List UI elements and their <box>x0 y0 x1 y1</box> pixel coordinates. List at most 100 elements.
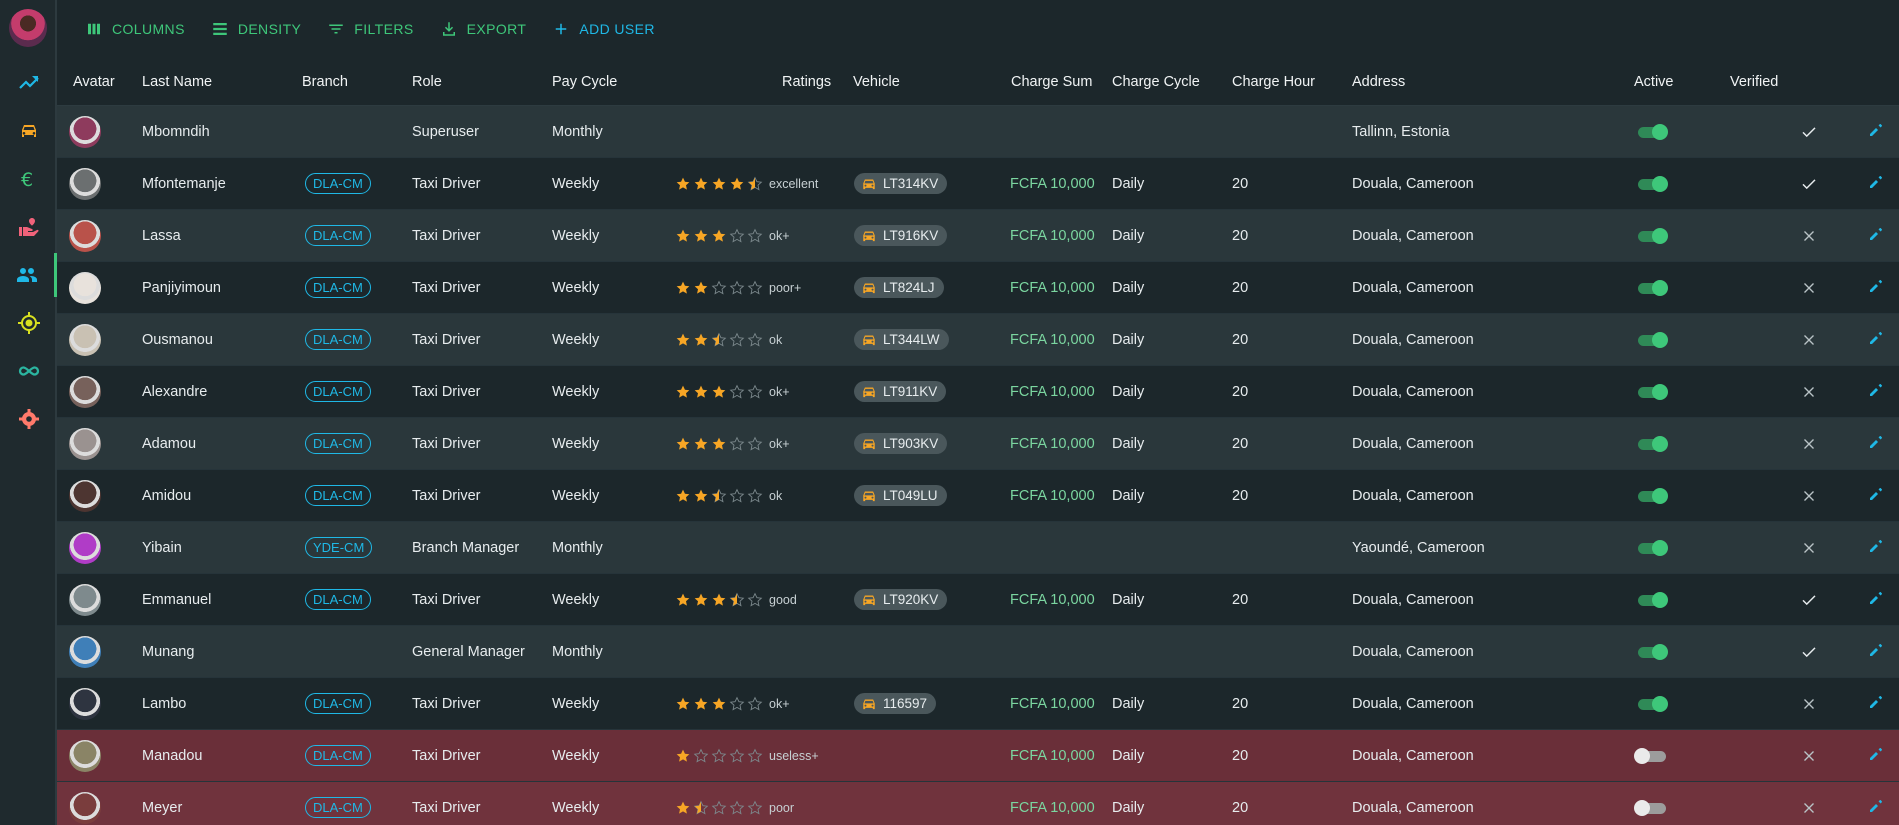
table-row[interactable]: Panjiyimoun DLA-CM Taxi Driver Weekly poor+ L… <box>57 262 1899 314</box>
edit-button[interactable] <box>1867 225 1885 247</box>
active-toggle[interactable] <box>1634 383 1670 400</box>
edit-button[interactable] <box>1867 537 1885 559</box>
table-row[interactable]: Alexandre DLA-CM Taxi Driver Weekly ok+ LT911… <box>57 366 1899 418</box>
sidebar-item-analytics[interactable] <box>0 61 57 105</box>
edit-button[interactable] <box>1867 641 1885 663</box>
avatar[interactable] <box>69 115 101 148</box>
table-row[interactable]: Lassa DLA-CM Taxi Driver Weekly ok+ LT916KV FC… <box>57 210 1899 262</box>
sidebar-item-settings[interactable] <box>0 397 57 441</box>
vehicle-chip[interactable]: LT344LW <box>854 329 949 350</box>
star-icon <box>711 332 727 346</box>
active-toggle[interactable] <box>1634 227 1670 244</box>
col-header-avatar[interactable]: Avatar <box>73 58 115 105</box>
table-row[interactable]: Amidou DLA-CM Taxi Driver Weekly ok LT049LU FC… <box>57 470 1899 522</box>
table-row[interactable]: Mfontemanje DLA-CM Taxi Driver Weekly excell… <box>57 158 1899 210</box>
edit-button[interactable] <box>1867 381 1885 403</box>
col-header-role[interactable]: Role <box>412 58 442 105</box>
edit-button[interactable] <box>1867 693 1885 715</box>
vehicle-chip[interactable]: 116597 <box>854 693 937 714</box>
active-toggle[interactable] <box>1634 695 1670 712</box>
last-name-cell: Panjiyimoun <box>142 279 221 296</box>
edit-button[interactable] <box>1867 745 1885 767</box>
table-row[interactable]: Meyer DLA-CM Taxi Driver Weekly poor FCFA 10,… <box>57 782 1899 825</box>
col-header-active[interactable]: Active <box>1634 58 1674 105</box>
sidebar-item-volunteer[interactable] <box>0 205 57 249</box>
add-user-button[interactable]: ADD USER <box>552 20 655 38</box>
active-toggle[interactable] <box>1634 175 1670 192</box>
avatar[interactable] <box>69 427 101 460</box>
col-header-branch[interactable]: Branch <box>302 58 348 105</box>
col-header-pay-cycle[interactable]: Pay Cycle <box>552 58 617 105</box>
filters-button[interactable]: FILTERS <box>327 20 413 38</box>
vehicle-chip[interactable]: LT314KV <box>854 173 948 194</box>
edit-button[interactable] <box>1867 589 1885 611</box>
avatar[interactable] <box>69 583 101 616</box>
col-header-charge-cycle[interactable]: Charge Cycle <box>1112 58 1200 105</box>
vehicle-chip[interactable]: LT916KV <box>854 225 948 246</box>
edit-button[interactable] <box>1867 797 1885 819</box>
col-header-last-name[interactable]: Last Name <box>142 58 212 105</box>
sidebar-item-euro[interactable]: € <box>0 157 57 201</box>
active-toggle[interactable] <box>1634 799 1670 816</box>
avatar[interactable] <box>69 375 101 408</box>
active-toggle[interactable] <box>1634 123 1670 140</box>
sidebar-item-location[interactable] <box>0 301 57 345</box>
edit-button[interactable] <box>1867 485 1885 507</box>
vehicle-chip[interactable]: LT049LU <box>854 485 947 506</box>
avatar-cell <box>69 366 101 417</box>
export-button[interactable]: EXPORT <box>440 20 527 38</box>
avatar[interactable] <box>69 479 101 512</box>
sidebar-item-infinity[interactable] <box>0 349 57 393</box>
vehicle-chip[interactable]: LT920KV <box>854 589 948 610</box>
columns-button[interactable]: COLUMNS <box>85 20 185 38</box>
avatar[interactable] <box>69 219 101 252</box>
table-row[interactable]: Lambo DLA-CM Taxi Driver Weekly ok+ 116597 FCF… <box>57 678 1899 730</box>
col-header-address[interactable]: Address <box>1352 58 1405 105</box>
toggle-thumb <box>1652 435 1668 452</box>
active-toggle[interactable] <box>1634 331 1670 348</box>
col-header-verified[interactable]: Verified <box>1730 58 1778 105</box>
col-header-ratings[interactable]: Ratings <box>782 58 831 105</box>
col-header-charge-sum[interactable]: Charge Sum <box>1011 58 1092 105</box>
table-row[interactable]: Emmanuel DLA-CM Taxi Driver Weekly good LT920… <box>57 574 1899 626</box>
sidebar-item-people[interactable] <box>0 253 57 297</box>
edit-icon <box>1870 227 1882 240</box>
table-row[interactable]: Ousmanou DLA-CM Taxi Driver Weekly ok LT344LW… <box>57 314 1899 366</box>
edit-button[interactable] <box>1867 173 1885 195</box>
avatar[interactable] <box>69 791 101 824</box>
edit-button[interactable] <box>1867 433 1885 455</box>
active-toggle[interactable] <box>1634 539 1670 556</box>
edit-cell <box>1867 314 1885 365</box>
vehicle-chip[interactable]: LT911KV <box>854 381 947 402</box>
vehicle-chip[interactable]: LT903KV <box>854 433 948 454</box>
col-header-vehicle[interactable]: Vehicle <box>853 58 900 105</box>
edit-button[interactable] <box>1867 121 1885 143</box>
active-toggle[interactable] <box>1634 591 1670 608</box>
user-avatar[interactable] <box>9 9 47 47</box>
active-toggle[interactable] <box>1634 643 1670 660</box>
edit-button[interactable] <box>1867 329 1885 351</box>
active-toggle[interactable] <box>1634 747 1670 764</box>
col-header-charge-hour[interactable]: Charge Hour <box>1232 58 1315 105</box>
avatar[interactable] <box>69 531 101 564</box>
sidebar-item-car[interactable] <box>0 109 57 153</box>
table-row[interactable]: Mbomndih Superuser Monthly Tallinn, Estonia <box>57 106 1899 158</box>
avatar[interactable] <box>69 271 101 304</box>
table-row[interactable]: Manadou DLA-CM Taxi Driver Weekly useless+ FC… <box>57 730 1899 782</box>
density-button[interactable]: DENSITY <box>211 20 301 38</box>
vehicle-chip[interactable]: LT824LJ <box>854 277 944 298</box>
active-toggle[interactable] <box>1634 279 1670 296</box>
branch-cell: DLA-CM <box>305 678 371 729</box>
table-row[interactable]: Adamou DLA-CM Taxi Driver Weekly ok+ LT903KV F… <box>57 418 1899 470</box>
active-toggle[interactable] <box>1634 487 1670 504</box>
avatar[interactable] <box>69 167 101 200</box>
avatar[interactable] <box>69 323 101 356</box>
edit-button[interactable] <box>1867 277 1885 299</box>
avatar[interactable] <box>69 635 101 668</box>
avatar-cell <box>69 470 101 521</box>
table-row[interactable]: Munang General Manager Monthly Douala, Came… <box>57 626 1899 678</box>
avatar[interactable] <box>69 739 101 772</box>
active-toggle[interactable] <box>1634 435 1670 452</box>
table-row[interactable]: Yibain YDE-CM Branch Manager Monthly Yaoundé… <box>57 522 1899 574</box>
avatar[interactable] <box>69 687 101 720</box>
